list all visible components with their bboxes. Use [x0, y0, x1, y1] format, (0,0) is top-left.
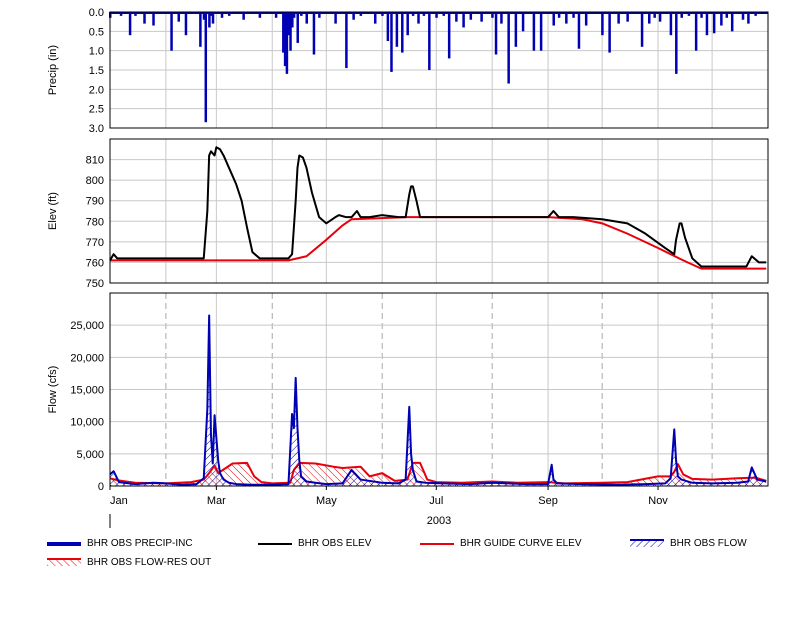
- y-axis-label: Flow (cfs): [47, 366, 59, 414]
- y-tick-label: 25,000: [70, 320, 104, 332]
- x-axis-year-label: 2003: [427, 515, 451, 527]
- y-axis-label: Precip (in): [47, 45, 59, 95]
- panel-2: 0 5,000 10,000 15,000 20,000 25,000 Flow (cfs)…: [47, 292, 769, 528]
- precip-bar: [170, 12, 173, 51]
- legend-swatch-guide-curve: [420, 539, 454, 549]
- legend-label-elev: BHR OBS ELEV: [298, 538, 372, 549]
- y-tick-label: 20,000: [70, 352, 104, 364]
- panel-0: 0.0 0.5 1.0 1.5 2.0 2.5 3.0 Precip (in): [47, 7, 769, 135]
- x-tick-label: May: [316, 495, 337, 507]
- legend-swatch-flow-res-out: [47, 557, 81, 568]
- y-tick-label: 750: [86, 278, 104, 290]
- precip-bar: [128, 12, 132, 36]
- obs-elev-line: [109, 146, 767, 268]
- precip-bar: [296, 12, 299, 43]
- precip-bar: [675, 12, 678, 74]
- y-tick-label: 2.0: [89, 84, 104, 96]
- y-tick-label: 5,000: [76, 449, 104, 461]
- y-tick-label: 15,000: [70, 385, 104, 397]
- legend-item-guide-curve: BHR GUIDE CURVE ELEV: [420, 538, 582, 549]
- legend-label-flow: BHR OBS FLOW: [670, 538, 747, 549]
- y-tick-label: 0.5: [89, 26, 104, 38]
- precip-bar: [312, 12, 316, 55]
- precip-bar: [532, 12, 536, 51]
- precip-bar: [705, 12, 709, 36]
- precip-bar: [669, 12, 673, 36]
- precip-bar: [184, 12, 188, 36]
- precip-bar: [406, 12, 409, 36]
- legend-item-precip: BHR OBS PRECIP-INC: [47, 538, 193, 549]
- legend-label-flow-res-out: BHR OBS FLOW-RES OUT: [87, 557, 212, 568]
- precip-bar: [730, 12, 734, 32]
- precip-bar: [494, 12, 498, 55]
- precip-bar: [640, 12, 644, 47]
- legend-item-elev: BHR OBS ELEV: [258, 538, 371, 549]
- y-tick-label: 770: [86, 237, 104, 249]
- legend-swatch-flow: [630, 538, 664, 549]
- legend: BHR OBS PRECIP-INC BHR OBS ELEV BHR GUID…: [0, 536, 800, 576]
- legend-item-flow-res-out: BHR OBS FLOW-RES OUT: [47, 557, 211, 568]
- precip-bar: [608, 12, 611, 53]
- precip-bar: [539, 12, 543, 51]
- legend-swatch-precip: [47, 539, 81, 549]
- x-tick-label: Jan: [110, 495, 128, 507]
- precip-bar: [152, 12, 155, 26]
- x-tick-label: Jul: [429, 495, 443, 507]
- x-tick-label: Nov: [648, 495, 668, 507]
- legend-label-guide-curve: BHR GUIDE CURVE ELEV: [460, 538, 582, 549]
- precip-bar: [584, 12, 588, 26]
- legend-swatch-elev: [258, 539, 292, 549]
- guide-curve-line: [110, 216, 767, 270]
- y-tick-label: 800: [86, 175, 104, 187]
- precip-bar: [712, 12, 716, 34]
- precip-bar: [521, 12, 525, 32]
- y-tick-label: 810: [86, 155, 104, 167]
- y-tick-label: 1.5: [89, 65, 104, 77]
- precip-bar: [507, 12, 510, 84]
- y-tick-label: 760: [86, 257, 104, 269]
- precip-bar: [694, 12, 698, 51]
- precip-bar: [447, 12, 451, 59]
- precip-bar: [462, 12, 465, 28]
- precip-bar: [401, 12, 404, 53]
- precip-bar: [552, 12, 555, 26]
- precip-bar: [204, 12, 208, 123]
- y-axis-label: Elev (ft): [47, 192, 59, 230]
- x-tick-label: Mar: [207, 495, 226, 507]
- legend-label-precip: BHR OBS PRECIP-INC: [87, 538, 193, 549]
- y-tick-label: 0: [98, 481, 104, 493]
- precip-bar: [428, 12, 431, 70]
- chart-canvas: 0.0 0.5 1.0 1.5 2.0 2.5 3.0 Precip (in) 750 760 77…: [47, 7, 769, 528]
- precip-bar: [720, 12, 723, 26]
- precip-bar: [514, 12, 518, 47]
- y-tick-label: 10,000: [70, 417, 104, 429]
- precip-bar: [395, 12, 399, 47]
- x-tick-label: Sep: [538, 495, 558, 507]
- y-tick-label: 780: [86, 216, 104, 228]
- y-tick-label: 1.0: [89, 46, 104, 58]
- y-tick-label: 2.5: [89, 104, 104, 116]
- precip-bar: [601, 12, 604, 36]
- y-tick-label: 790: [86, 196, 104, 208]
- precip-bar: [386, 12, 390, 41]
- legend-item-flow: BHR OBS FLOW: [630, 538, 747, 549]
- precip-bar: [577, 12, 581, 49]
- precip-bar: [390, 12, 393, 72]
- y-tick-label: 3.0: [89, 123, 104, 135]
- panel-1: 750 760 770 780 790 800 810 Elev (ft): [47, 138, 769, 290]
- precip-bar: [345, 12, 348, 69]
- precip-bar: [199, 12, 202, 47]
- y-tick-label: 0.0: [89, 7, 104, 19]
